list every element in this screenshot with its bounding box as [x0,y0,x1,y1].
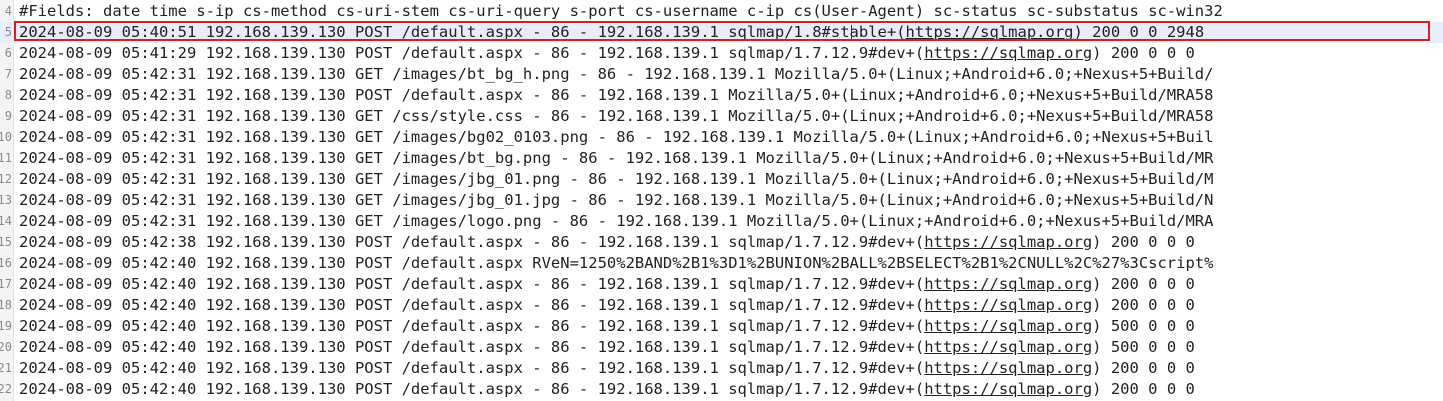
log-line-text: 2024-08-09 05:42:31 192.168.139.130 GET … [19,169,1213,190]
log-line-text: 2024-08-09 05:41:29 192.168.139.130 POST… [19,43,1195,64]
line-number: 11 [0,151,12,165]
log-line-highlighted[interactable]: 5 2024-08-09 05:40:51 192.168.139.130 POS… [0,22,1443,43]
line-number: 15 [0,235,12,249]
url-link[interactable]: https://sqlmap.org [924,233,1092,251]
line-number: 6 [4,46,12,60]
log-text-segment: 2024-08-09 05:40:51 192.168.139.130 POST… [19,23,906,41]
log-line[interactable]: 8 2024-08-09 05:42:31 192.168.139.130 POS… [0,85,1443,106]
log-line[interactable]: 16 2024-08-09 05:42:40 192.168.139.130 PO… [0,253,1443,274]
text-cursor [851,25,852,40]
url-link[interactable]: https://sqlmap.org [924,275,1092,293]
log-text-segment: 2024-08-09 05:42:40 192.168.139.130 POST… [19,254,1214,272]
log-editor[interactable]: 4 #Fields: date time s-ip cs-method cs-ur… [0,0,1443,401]
line-number: 20 [0,340,12,354]
log-text-segment: 2024-08-09 05:42:40 192.168.139.130 POST… [19,317,925,335]
line-number: 17 [0,277,12,291]
log-text-segment: 2024-08-09 05:42:40 192.168.139.130 POST… [19,380,925,398]
log-line[interactable]: 6 2024-08-09 05:41:29 192.168.139.130 POS… [0,43,1443,64]
log-line-text: 2024-08-09 05:42:40 192.168.139.130 POST… [19,316,1195,337]
log-text-segment: 2024-08-09 05:42:38 192.168.139.130 POST… [19,233,925,251]
log-line[interactable]: 18 2024-08-09 05:42:40 192.168.139.130 PO… [0,295,1443,316]
log-line[interactable]: 12 2024-08-09 05:42:31 192.168.139.130 GE… [0,169,1443,190]
log-line[interactable]: 7 2024-08-09 05:42:31 192.168.139.130 GET… [0,64,1443,85]
line-number: 9 [4,109,12,123]
url-link[interactable]: https://sqlmap.org [924,380,1092,398]
log-text-segment: ) 500 0 0 0 [1092,317,1195,335]
line-number: 13 [0,193,12,207]
log-text-segment: 2024-08-09 05:42:31 192.168.139.130 GET … [19,128,1214,146]
log-line-text: 2024-08-09 05:42:40 192.168.139.130 POST… [19,253,1213,274]
log-line-text: 2024-08-09 05:42:40 192.168.139.130 POST… [19,337,1195,358]
log-text-segment: 2024-08-09 05:42:31 192.168.139.130 GET … [19,149,1214,167]
log-text-segment: ) 200 0 0 0 [1092,275,1195,293]
log-line-text: 2024-08-09 05:42:31 192.168.139.130 GET … [19,190,1213,211]
log-text-segment: ) 200 0 0 0 [1092,233,1195,251]
log-line[interactable]: 19 2024-08-09 05:42:40 192.168.139.130 PO… [0,316,1443,337]
log-text-segment: 2024-08-09 05:41:29 192.168.139.130 POST… [19,44,925,62]
line-number: 5 [4,25,12,39]
log-line[interactable]: 20 2024-08-09 05:42:40 192.168.139.130 PO… [0,337,1443,358]
line-number: 12 [0,172,12,186]
log-line[interactable]: 10 2024-08-09 05:42:31 192.168.139.130 GE… [0,127,1443,148]
log-text-segment: 2024-08-09 05:42:31 192.168.139.130 GET … [19,191,1214,209]
log-text-segment: 2024-08-09 05:42:40 192.168.139.130 POST… [19,275,925,293]
log-text-segment: 2024-08-09 05:42:31 192.168.139.130 GET … [19,107,1214,125]
log-line[interactable]: 21 2024-08-09 05:42:40 192.168.139.130 PO… [0,358,1443,379]
line-number: 16 [0,256,12,270]
log-text-segment: 2024-08-09 05:42:31 192.168.139.130 POST… [19,86,1214,104]
line-number: 7 [4,67,12,81]
log-line-text: 2024-08-09 05:42:40 192.168.139.130 POST… [19,274,1195,295]
line-number: 22 [0,382,12,396]
log-line[interactable]: 4 #Fields: date time s-ip cs-method cs-ur… [0,1,1443,22]
log-line[interactable]: 15 2024-08-09 05:42:38 192.168.139.130 PO… [0,232,1443,253]
log-text-segment: 2024-08-09 05:42:31 192.168.139.130 GET … [19,170,1214,188]
url-link[interactable]: https://sqlmap.org [924,317,1092,335]
log-text-segment: #Fields: date time s-ip cs-method cs-uri… [19,2,1223,20]
log-line[interactable]: 14 2024-08-09 05:42:31 192.168.139.130 GE… [0,211,1443,232]
log-text-segment: ) 200 0 0 0 [1092,359,1195,377]
log-line[interactable]: 11 2024-08-09 05:42:31 192.168.139.130 GE… [0,148,1443,169]
line-number: 19 [0,319,12,333]
log-line-text: 2024-08-09 05:40:51 192.168.139.130 POST… [19,22,1204,43]
log-line-text: 2024-08-09 05:42:31 192.168.139.130 GET … [19,211,1213,232]
log-text-segment: ) 200 0 0 0 [1092,296,1195,314]
log-lines: 4 #Fields: date time s-ip cs-method cs-ur… [0,1,1443,400]
log-line[interactable]: 13 2024-08-09 05:42:31 192.168.139.130 GE… [0,190,1443,211]
log-line-text: 2024-08-09 05:42:40 192.168.139.130 POST… [19,358,1195,379]
url-link[interactable]: https://sqlmap.org [924,296,1092,314]
log-line[interactable]: 9 2024-08-09 05:42:31 192.168.139.130 GET… [0,106,1443,127]
url-link[interactable]: https://sqlmap.org [924,338,1092,356]
log-text-segment: 2024-08-09 05:42:40 192.168.139.130 POST… [19,338,925,356]
log-line-text: 2024-08-09 05:42:31 192.168.139.130 GET … [19,64,1213,85]
url-link[interactable]: https://sqlmap.org [924,359,1092,377]
log-line-text: 2024-08-09 05:42:31 192.168.139.130 POST… [19,85,1213,106]
line-number: 8 [4,88,12,102]
url-link[interactable]: https://sqlmap.org [924,44,1092,62]
line-number: 21 [0,361,12,375]
log-text-segment: 2024-08-09 05:42:40 192.168.139.130 POST… [19,359,925,377]
log-text-segment: ) 200 0 0 2948 [1073,23,1205,41]
log-text-segment: ) 200 0 0 0 [1092,44,1195,62]
url-link[interactable]: https://sqlmap.org [906,23,1074,41]
log-text-segment: 2024-08-09 05:42:31 192.168.139.130 GET … [19,212,1214,230]
log-line[interactable]: 17 2024-08-09 05:42:40 192.168.139.130 PO… [0,274,1443,295]
log-text-segment: ) 500 0 0 0 [1092,338,1195,356]
log-line-text: #Fields: date time s-ip cs-method cs-uri… [19,1,1223,22]
log-text-segment: 2024-08-09 05:42:31 192.168.139.130 GET … [19,65,1214,83]
log-line-text: 2024-08-09 05:42:31 192.168.139.130 GET … [19,106,1213,127]
log-line-text: 2024-08-09 05:42:40 192.168.139.130 POST… [19,295,1195,316]
log-line-text: 2024-08-09 05:42:40 192.168.139.130 POST… [19,379,1195,400]
log-text-segment: 2024-08-09 05:42:40 192.168.139.130 POST… [19,296,925,314]
line-number: 14 [0,214,12,228]
log-line-text: 2024-08-09 05:42:38 192.168.139.130 POST… [19,232,1195,253]
line-number: 18 [0,298,12,312]
line-number: 10 [0,130,12,144]
log-line[interactable]: 22 2024-08-09 05:42:40 192.168.139.130 PO… [0,379,1443,400]
log-line-text: 2024-08-09 05:42:31 192.168.139.130 GET … [19,148,1213,169]
log-line-text: 2024-08-09 05:42:31 192.168.139.130 GET … [19,127,1213,148]
log-text-segment: ) 200 0 0 0 [1092,380,1195,398]
line-number: 4 [4,4,12,18]
